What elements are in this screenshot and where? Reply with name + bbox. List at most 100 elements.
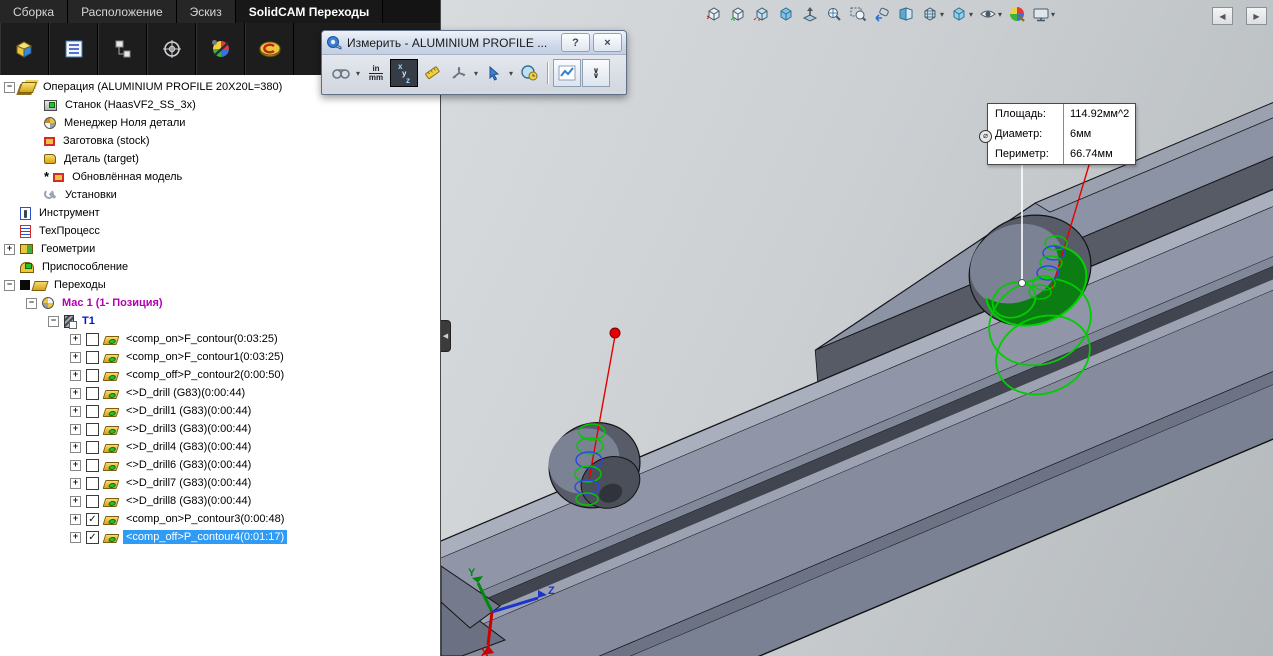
tree-row-d-drill8[interactable]: + <>D_drill8 (G83)(0:00:44)	[0, 492, 440, 510]
left-arrow-icon: ◀	[1219, 11, 1226, 21]
viewport-3d-scene[interactable]: Y Z X	[441, 0, 1273, 656]
operation-checkbox[interactable]: ✓	[86, 530, 99, 544]
operation-checkbox[interactable]	[86, 404, 99, 418]
expander-minus-icon[interactable]: −	[4, 81, 15, 93]
part-tree-tab[interactable]	[0, 23, 49, 75]
panel-collapse-handle[interactable]: ◀	[441, 320, 451, 352]
tree-row-f-contour[interactable]: + <comp_on>F_contour(0:03:25)	[0, 330, 440, 348]
tree-row-settings[interactable]: Установки	[0, 186, 440, 204]
display-style-button[interactable]: ▾	[948, 2, 975, 26]
tree-row-target[interactable]: Деталь (target)	[0, 150, 440, 168]
operation-checkbox[interactable]	[86, 494, 99, 508]
expander-plus-icon[interactable]: +	[70, 333, 81, 345]
tab-assembly[interactable]: Сборка	[0, 0, 69, 23]
operation-checkbox[interactable]	[86, 350, 99, 364]
caret-down-icon[interactable]: ▾	[998, 10, 1002, 19]
tree-row-f-contour1[interactable]: + <comp_on>F_contour1(0:03:25)	[0, 348, 440, 366]
measurement-history-button[interactable]	[516, 60, 542, 86]
shaded-cube-button[interactable]	[775, 2, 797, 26]
drill-axis-point[interactable]	[609, 327, 621, 339]
tree-row-updated-model[interactable]: * Обновлённая модель	[0, 168, 440, 186]
operation-checkbox[interactable]	[86, 476, 99, 490]
measure-dialog-titlebar[interactable]: Измерить - ALUMINIUM PROFILE ... ? ×	[322, 31, 626, 55]
section-view-button[interactable]	[895, 2, 917, 26]
3d-viewport[interactable]: Y Z X ▾ ▾ ▾ ▾ ◀ ▶ ⌀ Площадь: 114.92мм^2 …	[441, 0, 1273, 656]
tree-row-tool[interactable]: Инструмент	[0, 204, 440, 222]
units-in-mm-button[interactable]: in mm	[363, 60, 389, 86]
toolbar-overflow-left-button[interactable]: ◀	[1212, 7, 1233, 25]
configurations-tab[interactable]	[98, 23, 147, 75]
feature-manager-tab[interactable]	[49, 23, 98, 75]
tree-row-p-contour2[interactable]: + <comp_off>P_contour2(0:00:50)	[0, 366, 440, 384]
view-cube-2-button[interactable]	[727, 2, 749, 26]
tab-solidcam-operations[interactable]: SolidCAM Переходы	[235, 0, 384, 23]
zoom-to-fit-button[interactable]	[823, 2, 845, 26]
operation-checkbox[interactable]	[86, 368, 99, 382]
tree-row-machine[interactable]: Станок (HaasVF2_SS_3x)	[0, 96, 440, 114]
expander-minus-icon[interactable]: −	[48, 315, 59, 327]
caret-down-icon[interactable]: ▾	[356, 69, 360, 78]
view-cube-3-button[interactable]	[751, 2, 773, 26]
dimxpert-tab[interactable]	[147, 23, 196, 75]
view-orientation-button[interactable]: ▾	[919, 2, 946, 26]
caret-down-icon[interactable]: ▾	[474, 69, 478, 78]
view-cube-1-button[interactable]	[703, 2, 725, 26]
point-to-point-button[interactable]	[446, 60, 472, 86]
measurement-value: 114.92мм^2	[1063, 104, 1135, 124]
previous-view-icon	[875, 7, 889, 22]
triad-x-label: X	[481, 647, 489, 656]
previous-view-button[interactable]	[871, 2, 893, 26]
tree-row-p-contour4-selected[interactable]: + ✓ <comp_off>P_contour4(0:01:17)	[0, 528, 440, 546]
arc-circle-measure-button[interactable]	[328, 60, 354, 86]
aluminium-profile-model[interactable]	[441, 42, 1273, 656]
selection-filter-button[interactable]	[481, 60, 507, 86]
expand-dialog-button[interactable]: ∨ ∨	[582, 59, 611, 87]
tree-row-mac1-position[interactable]: − Мас 1 (1- Позиция)	[0, 294, 440, 312]
tree-row-tech-process[interactable]: ТехПроцесс	[0, 222, 440, 240]
normal-to-button[interactable]	[799, 2, 821, 26]
apply-scene-button[interactable]: ▾	[1030, 2, 1057, 26]
zoom-to-area-button[interactable]	[847, 2, 869, 26]
toolbar-overflow-right-button[interactable]: ▶	[1246, 7, 1267, 25]
tree-row-d-drill6[interactable]: + <>D_drill6 (G83)(0:00:44)	[0, 456, 440, 474]
ruler-angle-button[interactable]	[419, 60, 445, 86]
caret-down-icon[interactable]: ▾	[1051, 10, 1055, 19]
measure-dialog[interactable]: Измерить - ALUMINIUM PROFILE ... ? × ▾ i…	[321, 30, 627, 95]
tree-row-zero-manager[interactable]: Менеджер Ноля детали	[0, 114, 440, 132]
operation-checkbox[interactable]	[86, 422, 99, 436]
tree-row-fixture[interactable]: Приспособление	[0, 258, 440, 276]
tree-row-d-drill7[interactable]: + <>D_drill7 (G83)(0:00:44)	[0, 474, 440, 492]
operation-checkbox[interactable]: ✓	[86, 512, 99, 526]
tree-row-tool-t1[interactable]: − T1	[0, 312, 440, 330]
operation-checkbox[interactable]	[86, 458, 99, 472]
measurement-result-tooltip: ⌀ Площадь: 114.92мм^2 Диаметр: 6мм Перим…	[979, 103, 1136, 165]
tree-row-d-drill4[interactable]: + <>D_drill4 (G83)(0:00:44)	[0, 438, 440, 456]
tree-row-p-contour3[interactable]: + ✓ <comp_on>P_contour3(0:00:48)	[0, 510, 440, 528]
close-button[interactable]: ×	[593, 33, 622, 52]
help-button[interactable]: ?	[561, 33, 590, 52]
tree-row-d-drill[interactable]: + <>D_drill (G83)(0:00:44)	[0, 384, 440, 402]
caret-down-icon[interactable]: ▾	[969, 10, 973, 19]
operation-checkbox[interactable]	[86, 332, 99, 346]
solidcam-manager-tab[interactable]	[245, 23, 294, 75]
tool-t1-icon	[64, 314, 77, 329]
operation-checkbox[interactable]	[86, 386, 99, 400]
caret-down-icon[interactable]: ▾	[509, 69, 513, 78]
tab-layout[interactable]: Расположение	[68, 0, 177, 23]
display-manager-tab[interactable]	[196, 23, 245, 75]
tree-row-d-drill1[interactable]: + <>D_drill1 (G83)(0:00:44)	[0, 402, 440, 420]
tree-row-stock[interactable]: Заготовка (stock)	[0, 132, 440, 150]
tree-row-geometries[interactable]: + Геометрии	[0, 240, 440, 258]
show-xyz-measurements-button[interactable]: xyz	[390, 59, 419, 87]
caret-down-icon[interactable]: ▾	[940, 10, 944, 19]
tree-row-transitions[interactable]: − Переходы	[0, 276, 440, 294]
operation-checkbox[interactable]	[86, 440, 99, 454]
tab-sketch[interactable]: Эскиз	[176, 0, 236, 23]
expander-plus-icon[interactable]: +	[4, 243, 15, 255]
expander-minus-icon[interactable]: −	[26, 297, 37, 309]
expander-minus-icon[interactable]: −	[4, 279, 15, 291]
hide-show-items-button[interactable]: ▾	[977, 2, 1004, 26]
edit-appearance-button[interactable]	[1006, 2, 1028, 26]
tree-row-d-drill3[interactable]: + <>D_drill3 (G83)(0:00:44)	[0, 420, 440, 438]
create-sensor-button[interactable]	[553, 59, 582, 87]
